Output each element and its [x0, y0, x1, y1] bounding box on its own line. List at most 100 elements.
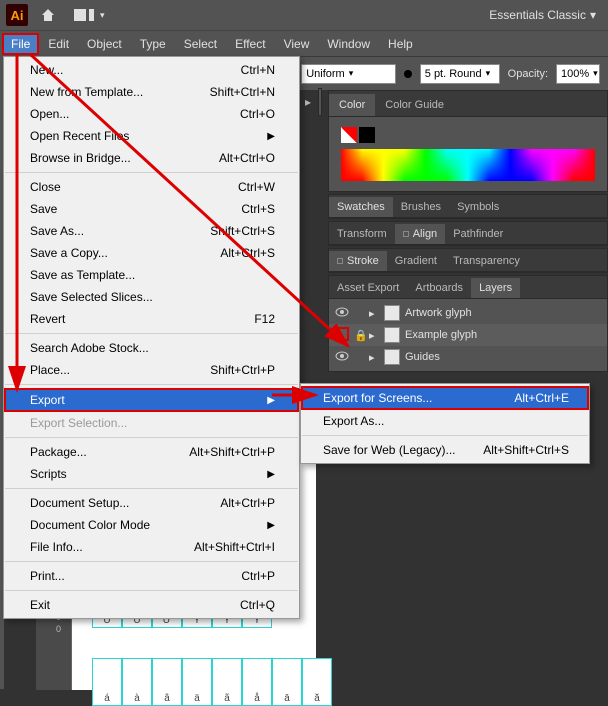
tab-asset-export[interactable]: Asset Export: [329, 278, 407, 298]
menuitem-new-from-template[interactable]: New from Template...Shift+Ctrl+N: [4, 81, 299, 103]
menu-object[interactable]: Object: [78, 33, 131, 55]
submenuitem-export-for-screens[interactable]: Export for Screens...Alt+Ctrl+E: [301, 386, 589, 410]
menu-select[interactable]: Select: [175, 33, 226, 55]
layer-name: Guides: [405, 351, 440, 363]
glyph-cell[interactable]: á: [92, 658, 122, 706]
menuitem-scripts[interactable]: Scripts▶: [4, 463, 299, 485]
menuitem-shortcut: Ctrl+S: [241, 202, 275, 216]
menuitem-print[interactable]: Print...Ctrl+P: [4, 565, 299, 587]
menuitem-document-color-mode[interactable]: Document Color Mode▶: [4, 514, 299, 536]
tab-transparency[interactable]: Transparency: [445, 251, 528, 271]
menuitem-shortcut: Ctrl+P: [241, 569, 275, 583]
submenuitem-export-as[interactable]: Export As...: [301, 410, 589, 432]
menuitem-package[interactable]: Package...Alt+Shift+Ctrl+P: [4, 441, 299, 463]
glyph-cell[interactable]: ä: [182, 658, 212, 706]
visibility-icon[interactable]: [335, 351, 349, 364]
menuitem-revert[interactable]: RevertF12: [4, 308, 299, 330]
disclosure-icon[interactable]: ▸: [369, 307, 379, 320]
tab-swatches[interactable]: Swatches: [329, 197, 393, 217]
tab-align[interactable]: Align: [395, 224, 445, 244]
tab-pathfinder[interactable]: Pathfinder: [445, 224, 511, 244]
glyph-cell[interactable]: â: [152, 658, 182, 706]
glyph-cell[interactable]: à: [122, 658, 152, 706]
tab-symbols[interactable]: Symbols: [449, 197, 507, 217]
fill-swatch[interactable]: [341, 127, 357, 143]
menuitem-label: Search Adobe Stock...: [30, 341, 149, 355]
tab-color[interactable]: Color: [329, 94, 375, 116]
ruler-mark: 0: [56, 624, 61, 634]
submenu-arrow-icon: ▶: [267, 131, 275, 142]
glyph-cell[interactable]: ā: [272, 658, 302, 706]
panel-divider[interactable]: [318, 88, 322, 116]
menuitem-save[interactable]: SaveCtrl+S: [4, 198, 299, 220]
stroke-swatch[interactable]: [359, 127, 375, 143]
layer-row[interactable]: 🔒▸Example glyph: [329, 324, 607, 346]
menu-type[interactable]: Type: [131, 33, 175, 55]
menu-help[interactable]: Help: [379, 33, 422, 55]
visibility-icon[interactable]: [335, 307, 349, 320]
tab-artboards[interactable]: Artboards: [407, 278, 471, 298]
lock-icon[interactable]: 🔒: [354, 329, 364, 342]
fill-stroke-control[interactable]: [341, 127, 595, 143]
disclosure-icon[interactable]: ▸: [369, 351, 379, 364]
glyph-row: á à â ä ã å ā ă: [92, 658, 332, 706]
menu-view[interactable]: View: [275, 33, 319, 55]
stroke-panel: Stroke Gradient Transparency: [328, 248, 608, 273]
menuitem-save-a-copy[interactable]: Save a Copy...Alt+Ctrl+S: [4, 242, 299, 264]
workspace-switcher[interactable]: Essentials Classic▾: [489, 8, 602, 22]
menuitem-document-setup[interactable]: Document Setup...Alt+Ctrl+P: [4, 492, 299, 514]
tab-transform[interactable]: Transform: [329, 224, 395, 244]
menuitem-save-as-template[interactable]: Save as Template...: [4, 264, 299, 286]
layout-switch[interactable]: ▾: [74, 9, 105, 21]
menuitem-label: Save As...: [30, 224, 84, 238]
menu-effect[interactable]: Effect: [226, 33, 274, 55]
menubar: File Edit Object Type Select Effect View…: [0, 30, 608, 56]
menuitem-shortcut: Shift+Ctrl+S: [210, 224, 275, 238]
menuitem-label: Document Setup...: [30, 496, 129, 510]
menuitem-save-as[interactable]: Save As... Shift+Ctrl+S: [4, 220, 299, 242]
menuitem-save-selected-slices[interactable]: Save Selected Slices...: [4, 286, 299, 308]
brush-dropdown[interactable]: 5 pt. Round: [420, 64, 500, 84]
menuitem-label: Place...: [30, 363, 70, 377]
tab-gradient[interactable]: Gradient: [387, 251, 445, 271]
menuitem-close[interactable]: CloseCtrl+W: [4, 176, 299, 198]
tab-color-guide[interactable]: Color Guide: [375, 94, 454, 116]
menuitem-new[interactable]: New...Ctrl+N: [4, 59, 299, 81]
menuitem-file-info[interactable]: File Info...Alt+Shift+Ctrl+I: [4, 536, 299, 558]
disclosure-icon[interactable]: ▸: [369, 329, 379, 342]
titlebar: Ai ▾ Essentials Classic▾: [0, 0, 608, 30]
menuitem-open-recent-files[interactable]: Open Recent Files▶: [4, 125, 299, 147]
submenuitem-save-for-web-legacy[interactable]: Save for Web (Legacy)...Alt+Shift+Ctrl+S: [301, 439, 589, 461]
glyph-cell[interactable]: ă: [302, 658, 332, 706]
menu-window[interactable]: Window: [318, 33, 379, 55]
chevron-right-icon[interactable]: ▸: [305, 95, 311, 109]
menuitem-exit[interactable]: ExitCtrl+Q: [4, 594, 299, 616]
menuitem-export[interactable]: Export▶: [4, 388, 299, 412]
menuitem-place[interactable]: Place...Shift+Ctrl+P: [4, 359, 299, 381]
tab-layers[interactable]: Layers: [471, 278, 520, 298]
submenu-arrow-icon: ▶: [267, 520, 275, 531]
menuitem-label: Save Selected Slices...: [30, 290, 153, 304]
layers-panel: Asset Export Artboards Layers ▸Artwork g…: [328, 275, 608, 372]
glyph-cell[interactable]: ã: [212, 658, 242, 706]
menuitem-search-adobe-stock[interactable]: Search Adobe Stock...: [4, 337, 299, 359]
menu-file[interactable]: File: [2, 33, 39, 55]
submenuitem-label: Export As...: [323, 414, 384, 428]
menuitem-browse-in-bridge[interactable]: Browse in Bridge...Alt+Ctrl+O: [4, 147, 299, 169]
submenuitem-shortcut: Alt+Shift+Ctrl+S: [483, 443, 569, 457]
layer-thumb: [384, 327, 400, 343]
layer-row[interactable]: ▸ Guides: [329, 346, 607, 368]
menuitem-open[interactable]: Open...Ctrl+O: [4, 103, 299, 125]
home-icon[interactable]: [36, 3, 60, 27]
color-spectrum[interactable]: [341, 149, 595, 181]
menu-edit[interactable]: Edit: [39, 33, 78, 55]
tab-stroke[interactable]: Stroke: [329, 251, 387, 271]
layer-thumb: [384, 305, 400, 321]
layer-row[interactable]: ▸Artwork glyph: [329, 302, 607, 324]
tab-brushes[interactable]: Brushes: [393, 197, 449, 217]
glyph-cell[interactable]: å: [242, 658, 272, 706]
visibility-icon[interactable]: [335, 327, 349, 344]
stroke-profile-dropdown[interactable]: Uniform: [301, 64, 396, 84]
opacity-dropdown[interactable]: 100%: [556, 64, 600, 84]
menuitem-shortcut: Shift+Ctrl+N: [210, 85, 275, 99]
